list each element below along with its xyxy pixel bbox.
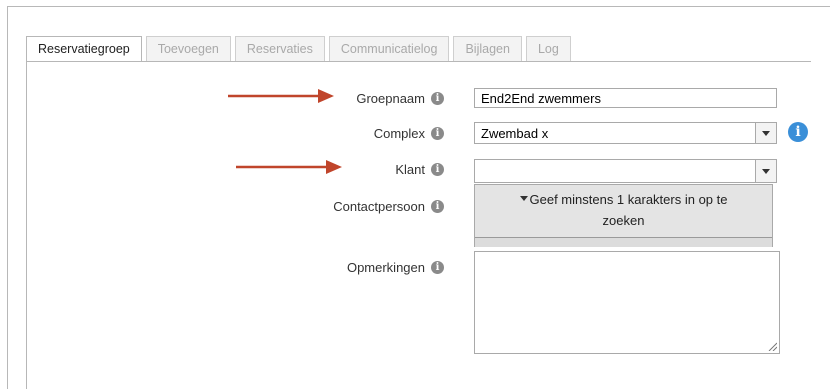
- dropdown-footer: [475, 238, 772, 247]
- chevron-down-icon[interactable]: [755, 160, 776, 182]
- opmerkingen-label-text: Opmerkingen: [346, 259, 425, 275]
- klant-dropdown-panel[interactable]: Geef minstens 1 karakters in op te zoeke…: [474, 184, 773, 247]
- info-icon[interactable]: i: [431, 260, 444, 274]
- info-icon[interactable]: i: [431, 91, 444, 105]
- tab-log[interactable]: Log: [525, 36, 571, 61]
- search-hint-line2: zoeken: [602, 213, 645, 228]
- groepnaam-label: Groepnaam i: [356, 88, 444, 108]
- opmerkingen-textarea[interactable]: [474, 251, 780, 354]
- tab-communicatielog[interactable]: Communicatielog: [328, 36, 450, 61]
- complex-label: Complex i: [374, 123, 444, 143]
- resize-handle-icon[interactable]: [768, 342, 777, 351]
- tab-bar: Reservatiegroep Toevoegen Reservaties Co…: [26, 36, 575, 62]
- contactpersoon-label: Contactpersoon i: [333, 196, 444, 216]
- search-hint: Geef minstens 1 karakters in op te zoeke…: [475, 185, 772, 237]
- red-arrow-icon: [228, 89, 334, 103]
- caret-down-icon: [519, 196, 528, 202]
- chevron-down-icon[interactable]: [755, 123, 776, 143]
- complex-label-text: Complex: [373, 125, 425, 141]
- info-icon[interactable]: i: [431, 162, 444, 176]
- info-circle-icon[interactable]: i: [788, 122, 808, 142]
- panel-border: [26, 61, 27, 389]
- complex-select[interactable]: Zwembad x: [474, 122, 777, 144]
- red-arrow-icon: [236, 160, 342, 174]
- info-icon[interactable]: i: [431, 126, 444, 140]
- tab-bijlagen[interactable]: Bijlagen: [453, 36, 522, 61]
- info-icon[interactable]: i: [431, 199, 444, 213]
- klant-label: Klant i: [395, 159, 444, 179]
- klant-label-text: Klant: [395, 161, 425, 177]
- contactpersoon-label-text: Contactpersoon: [333, 198, 425, 214]
- opmerkingen-label: Opmerkingen i: [347, 257, 444, 277]
- complex-select-value: Zwembad x: [481, 126, 549, 141]
- groepnaam-input[interactable]: [474, 88, 777, 108]
- tab-reservatiegroep[interactable]: Reservatiegroep: [26, 36, 142, 62]
- groepnaam-label-text: Groepnaam: [356, 90, 425, 106]
- tab-reservaties[interactable]: Reservaties: [234, 36, 325, 61]
- tab-divider: [26, 61, 811, 62]
- tab-toevoegen[interactable]: Toevoegen: [145, 36, 231, 61]
- search-hint-line1: Geef minstens 1 karakters in op te: [529, 192, 728, 207]
- klant-select[interactable]: [474, 159, 777, 183]
